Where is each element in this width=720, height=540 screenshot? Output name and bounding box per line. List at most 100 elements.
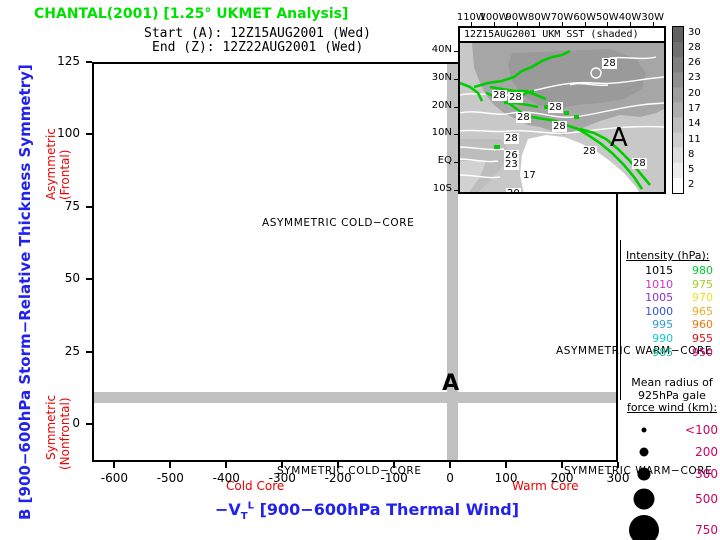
map-contour-label: 28 bbox=[582, 146, 597, 157]
intensity-legend-value: 950 bbox=[692, 345, 713, 359]
sst-colorbar-label: 8 bbox=[688, 148, 695, 160]
radius-legend-dot bbox=[641, 427, 647, 433]
sst-colorbar-label: 17 bbox=[688, 103, 701, 114]
x-axis-tick bbox=[393, 462, 396, 468]
radius-legend-row: 750 bbox=[622, 512, 718, 540]
intensity-legend-row: 1015 980 bbox=[626, 264, 716, 278]
radius-legend-title-line3: force wind (km): bbox=[626, 401, 718, 414]
radius-legend-label: 500 bbox=[695, 491, 718, 506]
x-axis-tick bbox=[505, 462, 508, 468]
x-axis-tick-label: -300 bbox=[268, 471, 296, 485]
x-axis-tick bbox=[225, 462, 228, 468]
map-latitude-label: 40N bbox=[431, 44, 452, 55]
intensity-legend-value: 965 bbox=[692, 304, 713, 318]
y-axis-tick bbox=[86, 205, 92, 208]
x-axis-title-rest: [900−600hPa Thermal Wind] bbox=[254, 500, 519, 519]
map-latitude-tick bbox=[454, 106, 458, 108]
map-longitude-tick bbox=[652, 22, 654, 26]
y-axis-tick-label: 125 bbox=[57, 54, 80, 68]
start-date-label: Start (A): 12Z15AUG2001 (Wed) bbox=[144, 26, 371, 41]
map-storm-marker: A bbox=[610, 123, 628, 153]
sst-colorbar-label: 20 bbox=[688, 87, 701, 99]
intensity-legend-value: 960 bbox=[692, 318, 713, 332]
map-contour-label: 28 bbox=[602, 58, 617, 69]
radius-legend-row: 300 bbox=[622, 463, 718, 485]
map-latitude-label: EQ bbox=[437, 155, 452, 167]
y-axis-tick-label: 100 bbox=[57, 126, 80, 141]
intensity-legend-row: 1000 965 bbox=[626, 305, 716, 319]
x-axis-title-prefix: −V bbox=[215, 500, 241, 519]
x-axis-tick-label: 100 bbox=[494, 471, 518, 485]
radius-legend-label: <100 bbox=[685, 423, 718, 437]
radius-legend-title: Mean radius of 925hPa gale force wind (k… bbox=[624, 376, 720, 415]
map-latitude-tick bbox=[454, 134, 458, 136]
y-axis-tick bbox=[86, 423, 92, 426]
x-axis-title-sub: T bbox=[240, 511, 248, 523]
radius-legend-label: 750 bbox=[695, 523, 718, 537]
x-axis-tick-label: -500 bbox=[156, 471, 184, 485]
map-contour-label: 28 bbox=[516, 112, 531, 123]
y-axis-tick-label: 0 bbox=[72, 416, 80, 431]
map-latitude-label: 10S bbox=[432, 183, 452, 194]
map-latitude-tick bbox=[454, 51, 458, 52]
cyclone-phase-space-figure: CHANTAL(2001) [1.25° UKMET Analysis] Sta… bbox=[0, 0, 720, 540]
radius-legend-label: 300 bbox=[695, 467, 718, 481]
map-longitude-tick bbox=[607, 22, 609, 26]
map-latitude-tick bbox=[454, 162, 458, 164]
x-axis-tick-label: -100 bbox=[380, 471, 408, 485]
radius-legend-dot bbox=[629, 515, 659, 540]
x-axis-tick bbox=[617, 462, 619, 468]
radius-legend-rows: <100 200 300 500 750 bbox=[622, 419, 718, 540]
intensity-legend-value: 970 bbox=[692, 291, 713, 305]
radius-legend-row: <100 bbox=[622, 419, 718, 441]
map-longitude-tick bbox=[471, 22, 473, 26]
sst-colorbar-label: 11 bbox=[688, 133, 701, 145]
radius-legend-dot bbox=[639, 447, 649, 457]
x-axis-tick bbox=[113, 462, 116, 468]
symmetric-annotation-line2: (Nonfrontal) bbox=[58, 397, 72, 470]
map-contour-label: 28 bbox=[492, 90, 507, 101]
intensity-legend-value: 975 bbox=[692, 277, 713, 291]
y-axis-tick-label: 50 bbox=[64, 271, 80, 286]
sst-colorbar-label: 5 bbox=[688, 164, 695, 176]
y-axis-tick bbox=[86, 350, 92, 353]
sst-map-inset: 12Z15AUG2001 UKM SST (shaded) A 28 28 28… bbox=[458, 26, 666, 194]
map-longitude-tick bbox=[539, 22, 541, 26]
intensity-legend-row: 985 950 bbox=[626, 346, 716, 360]
x-axis-title: −VTL [900−600hPa Thermal Wind] bbox=[215, 500, 519, 522]
map-longitude-tick bbox=[516, 22, 518, 26]
x-axis-tick-label: 200 bbox=[550, 471, 574, 485]
radius-legend-title-line1: Mean radius of bbox=[631, 376, 713, 389]
map-longitude-tick bbox=[584, 22, 586, 26]
y-axis-tick-label: 25 bbox=[64, 343, 80, 358]
map-contour-label: 17 bbox=[522, 170, 537, 181]
intensity-legend-value: 955 bbox=[692, 331, 713, 345]
intensity-legend-value: 1000 bbox=[645, 304, 674, 318]
map-contour-label: 20 bbox=[506, 188, 521, 192]
sst-colorbar bbox=[672, 26, 684, 194]
map-longitude-tick bbox=[494, 22, 495, 26]
radius-legend-label: 200 bbox=[695, 445, 718, 459]
x-axis-tick bbox=[449, 462, 452, 468]
radius-legend-dot bbox=[633, 488, 655, 509]
radius-legend-row: 200 bbox=[622, 441, 718, 463]
map-contour-label: 28 bbox=[504, 133, 519, 144]
x-axis-tick bbox=[561, 462, 564, 468]
map-latitude-label: 10N bbox=[431, 127, 452, 139]
page-title: CHANTAL(2001) [1.25° UKMET Analysis] bbox=[34, 6, 349, 22]
intensity-legend-value: 980 bbox=[692, 264, 713, 277]
intensity-legend-row: 995 960 bbox=[626, 318, 716, 332]
track-start-marker: A bbox=[442, 371, 460, 397]
x-axis-tick bbox=[337, 462, 340, 468]
end-date-label: End (Z): 12Z22AUG2001 (Wed) bbox=[152, 40, 364, 55]
asymmetric-annotation-line2: (Frontal) bbox=[58, 149, 72, 200]
x-axis-tick-label: -400 bbox=[212, 471, 240, 485]
map-header-text: 12Z15AUG2001 UKM SST (shaded) bbox=[464, 29, 639, 40]
map-contour-label: 28 bbox=[548, 102, 563, 113]
intensity-legend-row: 990 955 bbox=[626, 332, 716, 346]
intensity-legend-row: 1005 970 bbox=[626, 291, 716, 305]
map-contour-label: 28 bbox=[632, 158, 647, 169]
radius-legend-row: 500 bbox=[622, 485, 718, 512]
radius-legend-dot bbox=[637, 467, 651, 481]
y-axis-tick bbox=[86, 278, 92, 281]
